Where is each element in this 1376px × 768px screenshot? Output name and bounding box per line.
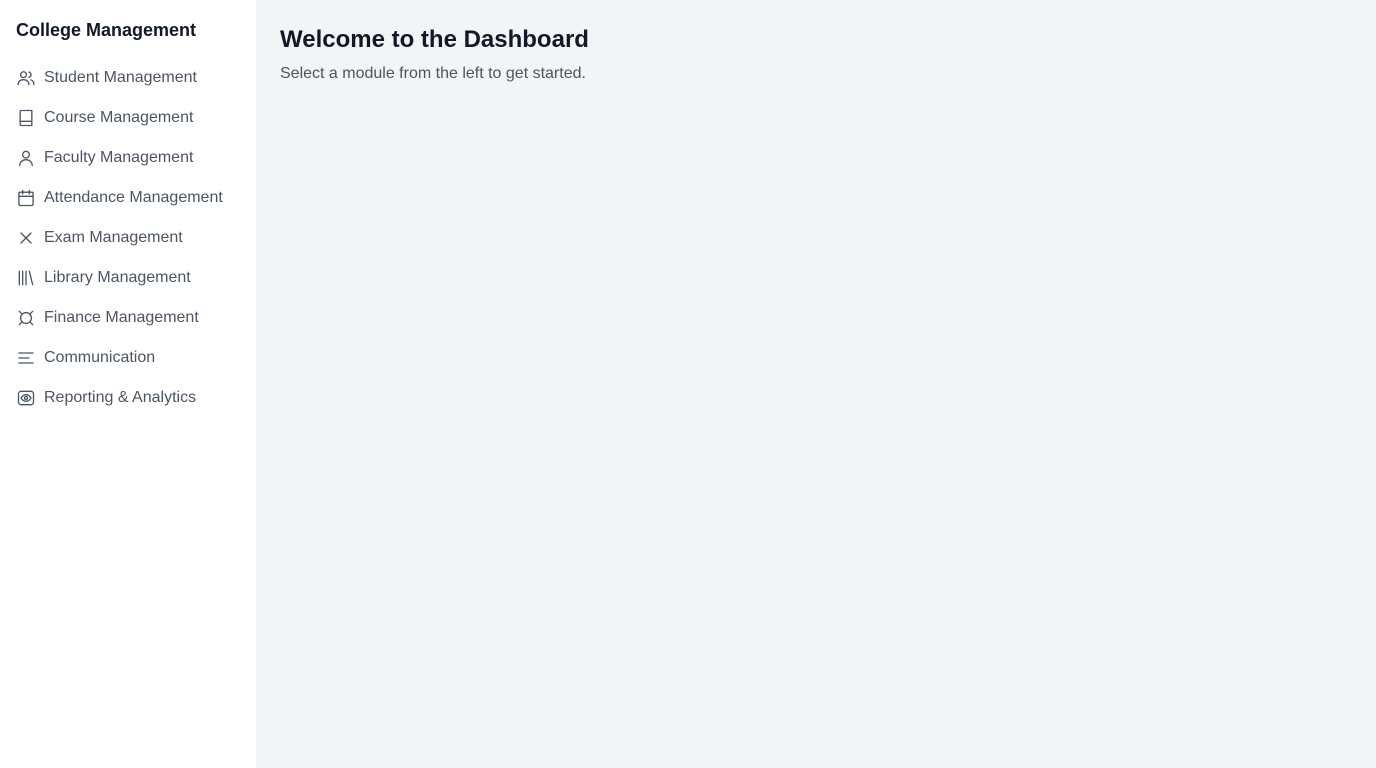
sidebar-item-faculty-management[interactable]: Faculty Management	[16, 138, 256, 178]
sidebar-item-label: Course Management	[44, 109, 194, 126]
sidebar-item-label: Attendance Management	[44, 189, 223, 206]
page-title: Welcome to the Dashboard	[280, 26, 589, 53]
user-icon	[16, 148, 36, 168]
sidebar-item-label: Student Management	[44, 69, 197, 86]
sidebar-item-label: Library Management	[44, 269, 191, 286]
sidebar-item-library-management[interactable]: Library Management	[16, 258, 256, 298]
main-content: Welcome to the Dashboard Select a module…	[256, 0, 1376, 768]
sidebar-item-label: Finance Management	[44, 309, 199, 326]
sidebar-item-exam-management[interactable]: Exam Management	[16, 218, 256, 258]
sidebar-nav: Student Management Course Management Fac…	[16, 58, 256, 418]
menu-lines-icon	[16, 348, 36, 368]
page-subtitle: Select a module from the left to get sta…	[280, 65, 586, 82]
sidebar: College Management Student Management Co	[0, 0, 256, 768]
users-icon	[16, 68, 36, 88]
book-icon	[16, 108, 36, 128]
sidebar-item-finance-management[interactable]: Finance Management	[16, 298, 256, 338]
sidebar-item-attendance-management[interactable]: Attendance Management	[16, 178, 256, 218]
sidebar-item-label: Exam Management	[44, 229, 183, 246]
calendar-icon	[16, 188, 36, 208]
library-icon	[16, 268, 36, 288]
app-title: College Management	[16, 20, 197, 40]
sidebar-item-course-management[interactable]: Course Management	[16, 98, 256, 138]
sidebar-item-communication[interactable]: Communication	[16, 338, 256, 378]
x-icon	[16, 228, 36, 248]
sidebar-item-label: Faculty Management	[44, 149, 194, 166]
sidebar-item-reporting-analytics[interactable]: Reporting & Analytics	[16, 378, 256, 418]
sidebar-item-label: Reporting & Analytics	[44, 389, 197, 406]
sidebar-item-label: Communication	[44, 349, 156, 366]
eye-icon	[16, 388, 36, 408]
currency-icon	[16, 308, 36, 328]
sidebar-item-student-management[interactable]: Student Management	[16, 58, 256, 98]
